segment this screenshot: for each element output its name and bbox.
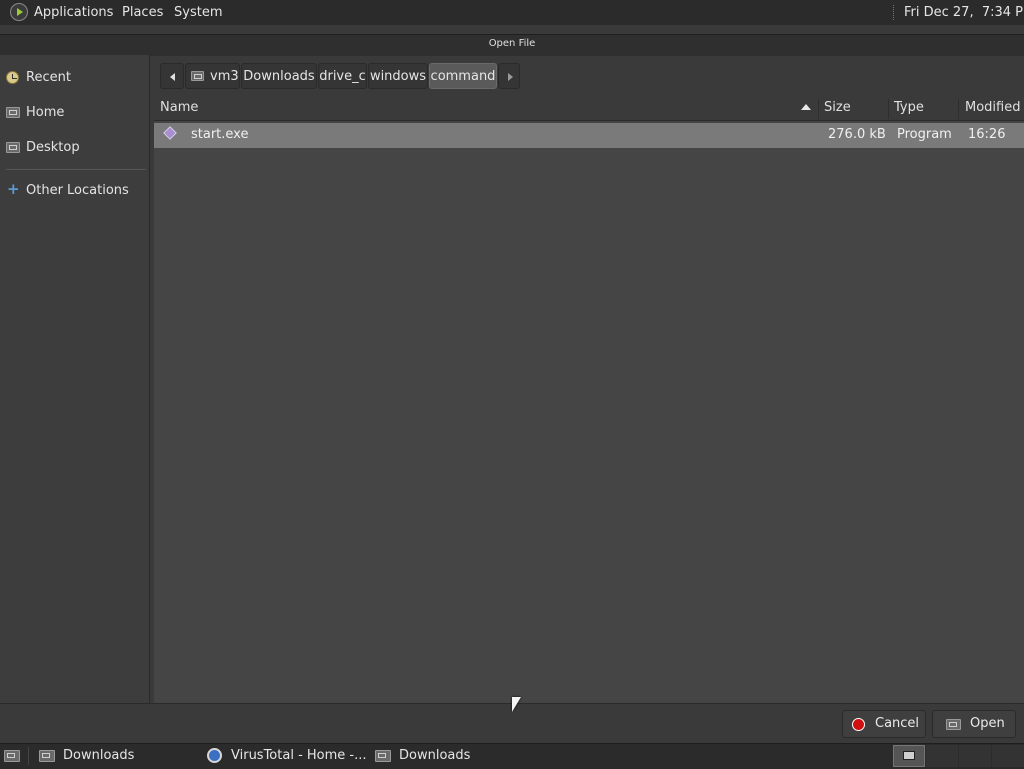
breadcrumb-downloads[interactable]: Downloads [241, 63, 317, 89]
file-type: Program [897, 127, 952, 142]
panel-separator [893, 5, 895, 20]
folder-icon [375, 750, 391, 762]
cancel-icon [852, 718, 865, 731]
file-size: 276.0 kB [828, 127, 886, 142]
plus-icon: + [7, 180, 20, 198]
chrome-icon [207, 748, 222, 763]
applications-menu[interactable]: Applications [34, 0, 113, 25]
sidebar-item-label: Desktop [26, 140, 80, 155]
clock[interactable]: Fri Dec 27, 7:34 PM [904, 0, 1024, 25]
sidebar-item-label: Home [26, 105, 65, 120]
home-folder-icon [6, 107, 20, 118]
breadcrumb-label: vm3 [210, 69, 239, 84]
workspace-1-button[interactable] [893, 745, 925, 767]
places-menu[interactable]: Places [122, 0, 163, 25]
path-scroll-left-button[interactable] [160, 63, 184, 89]
column-separator [958, 99, 959, 119]
desktop-folder-icon [6, 142, 20, 153]
file-modified: 16:26 [968, 127, 1006, 142]
sidebar-item-desktop[interactable]: Desktop [0, 134, 148, 162]
show-desktop-button[interactable] [3, 745, 23, 767]
sidebar-item-home[interactable]: Home [0, 99, 148, 127]
open-button[interactable]: Open [932, 710, 1016, 738]
cancel-label: Cancel [875, 716, 920, 731]
taskbar-task-downloads-2[interactable]: Downloads [375, 745, 535, 767]
recent-icon [6, 71, 19, 84]
column-separator [818, 99, 819, 119]
cancel-button[interactable]: Cancel [842, 710, 926, 738]
table-row[interactable] [154, 123, 1024, 148]
app-menu-logo-icon[interactable] [10, 3, 28, 21]
sidebar-divider [6, 169, 146, 170]
system-menu[interactable]: System [174, 0, 222, 25]
breadcrumb-windows[interactable]: windows [368, 63, 428, 89]
task-label: Downloads [399, 748, 471, 763]
home-folder-icon [191, 71, 204, 81]
breadcrumb-vm3[interactable]: vm3 [185, 63, 240, 89]
workspace-3-button[interactable] [959, 745, 991, 767]
taskbar-task-downloads[interactable]: Downloads [39, 745, 199, 767]
dialog-titlebar: Open File [0, 34, 1024, 56]
sidebar-item-label: Other Locations [26, 183, 129, 198]
folder-icon [39, 750, 55, 762]
file-list[interactable] [154, 97, 1024, 703]
workspace-4-button[interactable] [992, 745, 1024, 767]
sidebar-item-recent[interactable]: Recent [0, 64, 148, 92]
taskbar-task-virustotal[interactable]: VirusTotal - Home -... [207, 745, 369, 767]
breadcrumb-drive-c[interactable]: drive_c [318, 63, 367, 89]
breadcrumb-command[interactable]: command [429, 63, 497, 89]
task-label: VirusTotal - Home -... [231, 748, 367, 763]
task-label: Downloads [63, 748, 135, 763]
column-header-name[interactable]: Name [160, 100, 198, 115]
taskbar-separator [28, 747, 29, 765]
sort-ascending-icon [801, 104, 811, 110]
sidebar-item-other-locations[interactable]: + Other Locations [0, 177, 148, 205]
mouse-pointer-icon [512, 697, 521, 712]
sidebar-item-label: Recent [26, 70, 71, 85]
workspace-2-button[interactable] [926, 745, 958, 767]
open-label: Open [970, 716, 1005, 731]
show-desktop-icon [4, 750, 20, 762]
column-separator [888, 99, 889, 119]
open-folder-icon [946, 719, 961, 730]
file-name: start.exe [191, 127, 249, 142]
places-sidebar: Recent Home Desktop + Other Locations [0, 55, 150, 703]
column-header-type[interactable]: Type [894, 100, 924, 115]
path-scroll-right-button[interactable] [498, 63, 520, 89]
column-header-modified[interactable]: Modified [965, 100, 1020, 115]
column-header-size[interactable]: Size [824, 100, 851, 115]
dialog-title: Open File [488, 38, 536, 49]
